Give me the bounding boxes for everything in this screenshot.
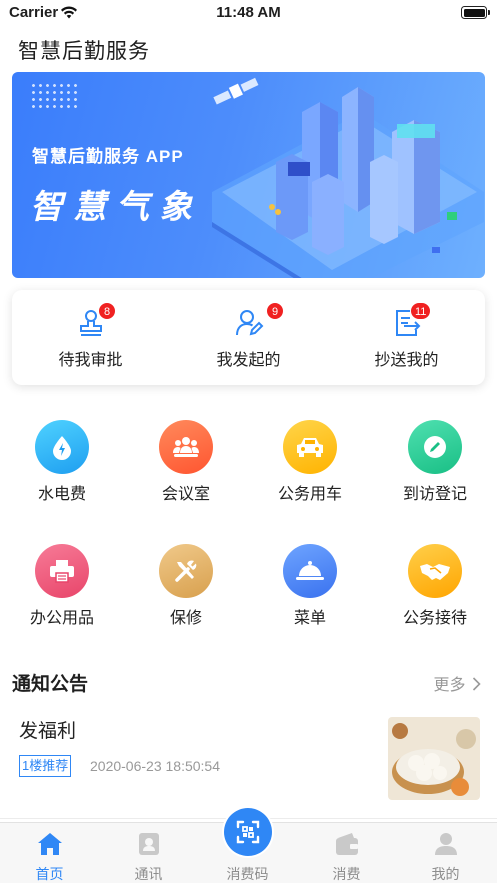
scan-button[interactable] [222,806,274,858]
meeting-room-icon [159,420,213,474]
banner-headline: 智慧气象 [30,188,202,225]
service-label: 到访登记 [402,486,467,503]
wallet-icon [336,833,358,855]
notice-date: 2020-06-23 18:50:54 [90,758,220,774]
status-time: 11:48 AM [216,4,281,21]
status-bar: Carrier 11:48 AM [0,0,497,26]
approval-card: 8 待我审批 9 我发起的 11 抄送我的 [12,290,485,385]
pen-icon [408,420,462,474]
tab-label: 通讯 [134,866,163,882]
service-official-car[interactable]: 公务用车 [255,420,365,520]
approval-badge: 9 [266,302,284,320]
approval-pending-me[interactable]: 8 待我审批 [12,290,169,385]
service-official-reception[interactable]: 公务接待 [380,544,490,644]
handshake-icon [408,544,462,598]
approval-label: 抄送我的 [374,352,439,369]
scan-icon [224,808,272,856]
contacts-icon [139,833,159,855]
notice-section-title: 通知公告 [12,674,89,695]
service-repair[interactable]: 保修 [131,544,241,644]
service-label: 水电费 [37,486,86,503]
cloche-icon [283,544,337,598]
profile-icon [435,833,457,855]
approval-label: 我发起的 [216,352,281,369]
user-edit-icon [236,310,264,336]
service-visitor-registration[interactable]: 到访登记 [380,420,490,520]
home-icon [38,833,62,855]
banner[interactable]: 智慧后勤服务 APP 智慧气象 [12,72,485,278]
approval-badge: 8 [98,302,116,320]
service-label: 公务接待 [402,610,467,627]
service-label: 公务用车 [277,486,342,503]
service-water-power[interactable]: 水电费 [7,420,117,520]
tab-label: 消费 [332,866,361,882]
service-label: 会议室 [161,486,210,503]
notice-thumbnail-image [388,717,480,800]
service-meeting-room[interactable]: 会议室 [131,420,241,520]
notice-tag: 1楼推荐 [19,755,72,777]
chevron-right-icon [472,677,481,691]
water-power-icon [35,420,89,474]
service-office-supplies[interactable]: 办公用品 [7,544,117,644]
tab-home[interactable]: 首页 [0,823,99,883]
battery-icon [461,6,490,19]
tab-label: 首页 [35,866,64,882]
tab-contacts[interactable]: 通讯 [99,823,198,883]
tab-label: 消费码 [226,866,269,882]
more-label: 更多 [433,677,466,694]
banner-subtitle: 智慧后勤服务 APP [32,147,184,166]
tools-icon [159,544,213,598]
tab-label: 我的 [431,866,460,882]
approval-label: 待我审批 [58,352,123,369]
notice-item[interactable]: 发福利 1楼推荐 2020-06-23 18:50:54 [0,705,497,815]
notice-more-link[interactable]: 更多 [434,671,481,695]
approval-initiated-by-me[interactable]: 9 我发起的 [170,290,327,385]
service-menu[interactable]: 菜单 [255,544,365,644]
app-title: 智慧后勤服务 [18,40,150,63]
notice-item-title: 发福利 [19,721,77,742]
tab-consumption[interactable]: 消费 [297,823,396,883]
service-label: 菜单 [293,610,326,627]
service-label: 保修 [169,610,202,627]
approval-badge: 11 [410,302,432,320]
approval-cc-me[interactable]: 11 抄送我的 [328,290,485,385]
car-icon [283,420,337,474]
tab-profile[interactable]: 我的 [396,823,495,883]
smart-city-illustration [212,77,484,278]
banner-dots-decoration [30,82,80,108]
service-label: 办公用品 [29,610,94,627]
printer-icon [35,544,89,598]
